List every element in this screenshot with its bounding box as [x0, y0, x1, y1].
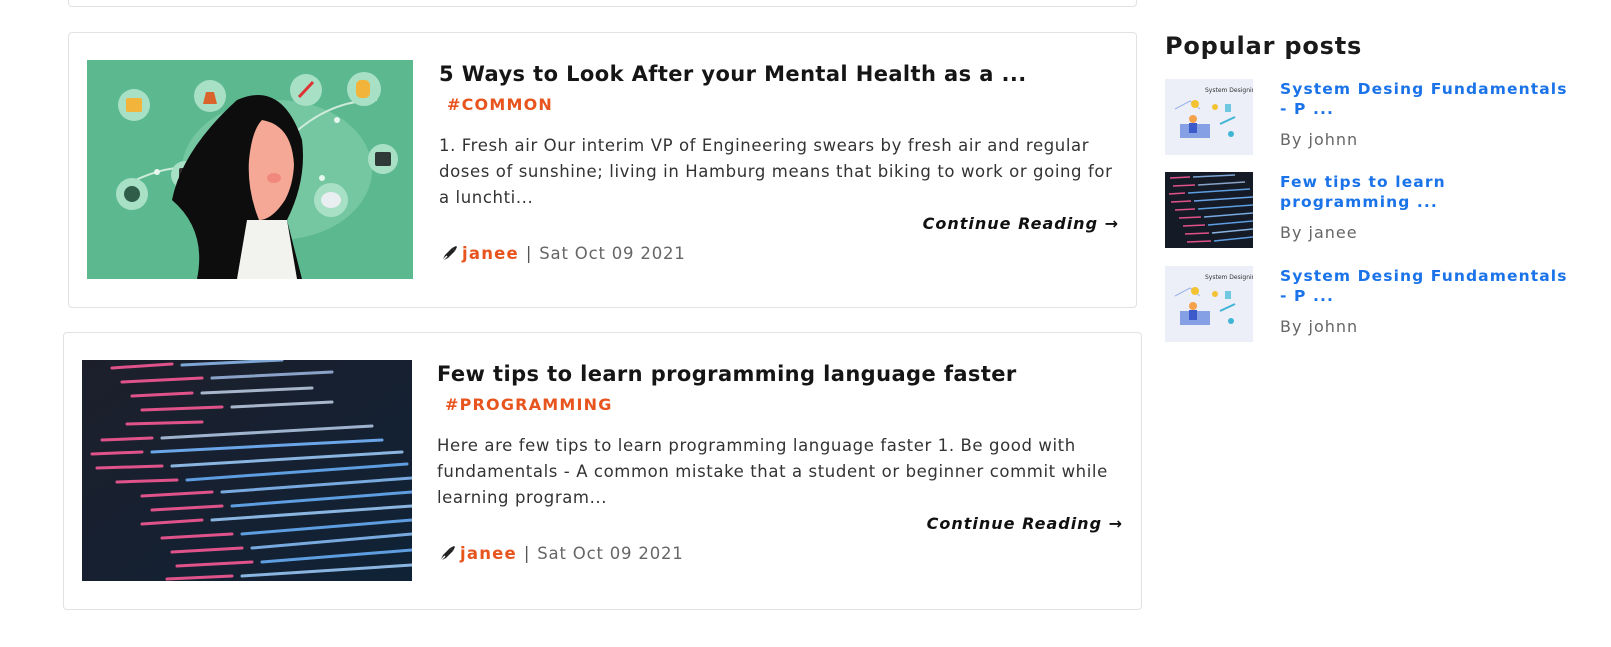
post-author[interactable]: janee: [460, 541, 517, 567]
popular-post-item: System Designing System Desing Fundament…: [1165, 266, 1585, 346]
popular-post-item: System Designing System Desing Fundament…: [1165, 79, 1585, 159]
post-meta: janee | Sat Oct 09 2021: [439, 241, 1119, 267]
svg-text:System Designing: System Designing: [1205, 274, 1253, 281]
code-screenshot: [82, 360, 412, 581]
sidebar-title: Popular posts: [1165, 32, 1363, 60]
popular-post-title[interactable]: System Desing Fundamentals - P ...: [1280, 79, 1580, 119]
popular-post-item: Few tips to learn programming ... By jan…: [1165, 172, 1585, 252]
popular-post-title[interactable]: Few tips to learn programming ...: [1280, 172, 1580, 212]
continue-reading-link[interactable]: Continue Reading →: [439, 211, 1119, 237]
post-tag[interactable]: #PROGRAMMING: [445, 393, 613, 417]
post-author[interactable]: janee: [462, 241, 519, 267]
popular-post-thumbnail[interactable]: System Designing: [1165, 79, 1253, 155]
pen-nib-icon: [437, 544, 457, 564]
post-date: Sat Oct 09 2021: [537, 544, 684, 563]
post-excerpt: 1. Fresh air Our interim VP of Engineeri…: [439, 136, 1113, 207]
popular-post-author: By janee: [1280, 223, 1358, 242]
system-design-illustration: System Designing: [1165, 266, 1253, 342]
post-thumbnail[interactable]: [87, 60, 413, 279]
meta-separator: |: [523, 544, 531, 563]
post-card: 5 Ways to Look After your Mental Health …: [68, 32, 1137, 308]
post-body: 5 Ways to Look After your Mental Health …: [439, 59, 1119, 267]
post-tag[interactable]: #COMMON: [447, 93, 553, 117]
post-card: Few tips to learn programming language f…: [63, 332, 1142, 610]
system-design-illustration: System Designing: [1165, 79, 1253, 155]
pen-nib-icon: [439, 244, 459, 264]
mental-health-illustration: [87, 60, 413, 279]
continue-reading-link[interactable]: Continue Reading →: [437, 511, 1123, 537]
popular-posts-sidebar: Popular posts System Designing System De…: [1165, 30, 1585, 342]
meta-separator: |: [525, 244, 533, 263]
popular-post-title[interactable]: System Desing Fundamentals - P ...: [1280, 266, 1580, 306]
popular-post-author: By johnn: [1280, 317, 1359, 336]
post-date: Sat Oct 09 2021: [539, 244, 686, 263]
svg-text:System Designing: System Designing: [1205, 87, 1253, 94]
post-title[interactable]: Few tips to learn programming language f…: [437, 359, 1123, 389]
post-title[interactable]: 5 Ways to Look After your Mental Health …: [439, 59, 1119, 89]
post-body: Few tips to learn programming language f…: [437, 359, 1123, 567]
code-screenshot: [1165, 172, 1253, 248]
previous-post-card-edge: [68, 0, 1137, 7]
post-meta: janee | Sat Oct 09 2021: [437, 541, 1123, 567]
popular-post-author: By johnn: [1280, 130, 1359, 149]
popular-post-thumbnail[interactable]: System Designing: [1165, 266, 1253, 342]
popular-post-thumbnail[interactable]: [1165, 172, 1253, 248]
post-excerpt: Here are few tips to learn programming l…: [437, 436, 1108, 507]
post-thumbnail[interactable]: [82, 360, 412, 581]
